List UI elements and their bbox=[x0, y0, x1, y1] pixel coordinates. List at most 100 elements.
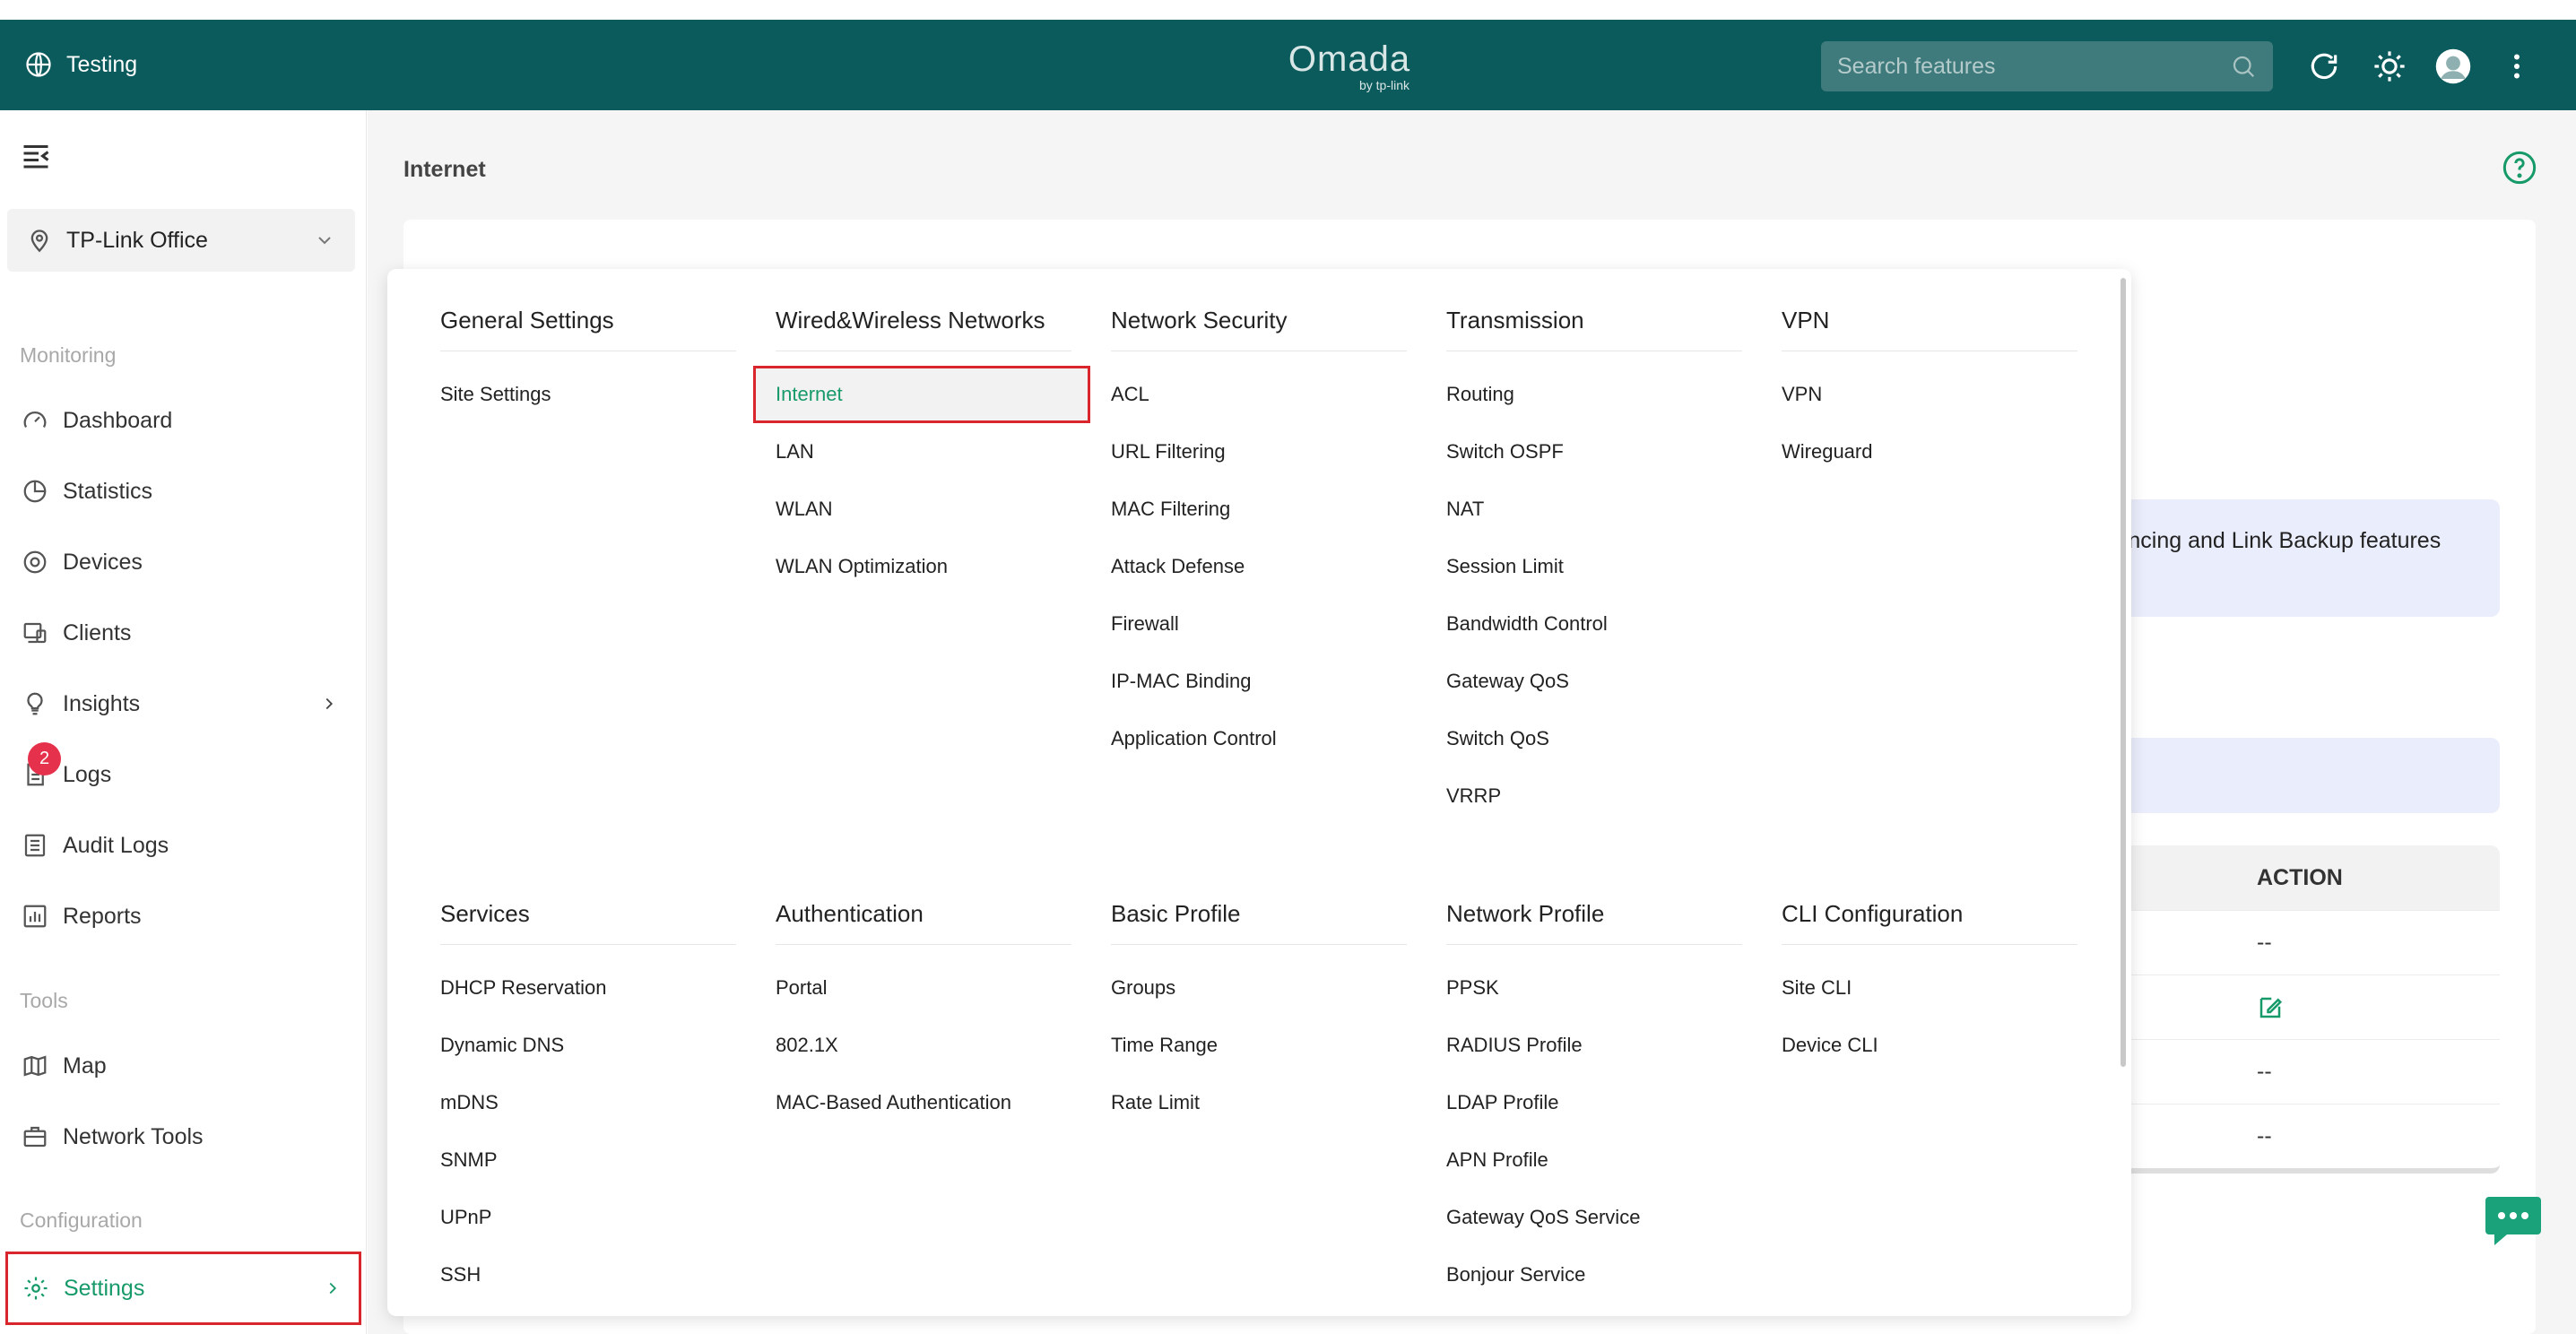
site-selector-label: TP-Link Office bbox=[66, 227, 208, 253]
sidebar-item-reports[interactable]: Reports bbox=[7, 887, 355, 946]
settings-mega-menu: General Settings Site Settings Wired&Wirel… bbox=[387, 269, 2131, 1316]
sidebar-item-label: Insights bbox=[63, 690, 141, 716]
sidebar-item-audit-logs[interactable]: Audit Logs bbox=[7, 816, 355, 875]
menu-item[interactable]: Time Range bbox=[1111, 1017, 1407, 1074]
menu-item[interactable]: Portal bbox=[776, 959, 1071, 1017]
menu-item[interactable]: Internet bbox=[753, 366, 1090, 423]
menu-item[interactable]: SSH bbox=[440, 1246, 736, 1304]
logs-count-badge: 2 bbox=[28, 742, 61, 775]
section-monitoring: Monitoring bbox=[20, 343, 117, 367]
sidebar-item-devices[interactable]: Devices bbox=[7, 533, 355, 592]
lightbulb-icon bbox=[27, 692, 43, 715]
menu-item[interactable]: Site CLI bbox=[1782, 959, 2077, 1017]
menu-item[interactable]: Device CLI bbox=[1782, 1017, 2077, 1074]
sidebar-item-label: Reports bbox=[63, 903, 142, 929]
menu-item[interactable]: LAN bbox=[776, 423, 1071, 481]
menu-item[interactable]: mDNS bbox=[440, 1074, 736, 1131]
sidebar-item-clients[interactable]: Clients bbox=[7, 603, 355, 663]
menu-item[interactable]: Firewall bbox=[1111, 595, 1407, 653]
help-icon[interactable] bbox=[2502, 150, 2537, 186]
menu-item[interactable]: MAC Filtering bbox=[1111, 481, 1407, 538]
menu-item[interactable]: WLAN bbox=[776, 481, 1071, 538]
menu-item[interactable]: WLAN Optimization bbox=[776, 538, 1071, 595]
menu-item[interactable]: Attack Defense bbox=[1111, 538, 1407, 595]
map-icon bbox=[23, 1055, 47, 1077]
menu-item[interactable]: 802.1X bbox=[776, 1017, 1071, 1074]
menu-column-header: VPN bbox=[1782, 307, 2077, 351]
info-banner: alancing and Link Backup features bbox=[2071, 499, 2500, 617]
sidebar-item-dashboard[interactable]: Dashboard bbox=[7, 391, 355, 450]
menu-item[interactable]: Application Control bbox=[1111, 710, 1407, 767]
omada-logo: Omada by tp-link bbox=[1282, 39, 1417, 97]
sidebar-item-settings[interactable]: Settings bbox=[5, 1252, 361, 1325]
top-strip bbox=[0, 0, 2576, 20]
table-row: -- bbox=[2071, 1039, 2500, 1104]
sidebar-item-statistics[interactable]: Statistics bbox=[7, 462, 355, 521]
sidebar-item-label: Network Tools bbox=[63, 1123, 204, 1149]
chat-bubble-icon[interactable] bbox=[2484, 1193, 2543, 1249]
menu-item[interactable]: Gateway QoS Service bbox=[1446, 1189, 1742, 1246]
edit-icon[interactable] bbox=[2257, 994, 2284, 1021]
menu-item[interactable]: Site Settings bbox=[440, 366, 736, 423]
sidebar-item-label: Map bbox=[63, 1052, 107, 1078]
table-row: -- bbox=[2071, 910, 2500, 975]
menu-item[interactable]: DHCP Reservation bbox=[440, 959, 736, 1017]
sidebar-item-label: Devices bbox=[63, 549, 143, 575]
menu-item[interactable]: NAT bbox=[1446, 481, 1742, 538]
menu-item[interactable]: Session Limit bbox=[1446, 538, 1742, 595]
menu-item[interactable]: VPN bbox=[1782, 366, 2077, 423]
refresh-icon[interactable] bbox=[2304, 47, 2344, 86]
menu-item[interactable]: Wireguard bbox=[1782, 423, 2077, 481]
sidebar-item-insights[interactable]: Insights bbox=[7, 674, 355, 733]
menu-item[interactable]: Rate Limit bbox=[1111, 1074, 1407, 1131]
search-box[interactable] bbox=[1821, 41, 2273, 91]
menu-item[interactable]: UPnP bbox=[440, 1189, 736, 1246]
table-header-action: ACTION bbox=[2071, 845, 2500, 910]
menu-item[interactable]: IP-MAC Binding bbox=[1111, 653, 1407, 710]
menu-column: Services DHCP Reservation Dynamic DNS mDNS S… bbox=[440, 900, 736, 1316]
menu-item[interactable]: LDAP Profile bbox=[1446, 1074, 1742, 1131]
sidebar-item-label: Statistics bbox=[63, 478, 153, 504]
more-vertical-icon[interactable] bbox=[2497, 47, 2537, 86]
menu-item[interactable]: Switch QoS bbox=[1446, 710, 1742, 767]
menu-item[interactable]: URL Filtering bbox=[1111, 423, 1407, 481]
menu-item[interactable]: APN Profile bbox=[1446, 1131, 1742, 1189]
sidebar-item-network-tools[interactable]: Network Tools bbox=[7, 1107, 355, 1166]
theme-sun-icon[interactable] bbox=[2370, 47, 2409, 86]
menu-item[interactable]: ACL bbox=[1111, 366, 1407, 423]
menu-item[interactable]: MAC-Based Authentication bbox=[776, 1074, 1071, 1131]
menu-column-header: Services bbox=[440, 900, 736, 945]
menu-column: CLI Configuration Site CLI Device CLI bbox=[1782, 900, 2077, 1074]
sidebar-item-map[interactable]: Map bbox=[7, 1036, 355, 1096]
menu-item[interactable]: Gateway QoS bbox=[1446, 653, 1742, 710]
menu-column-header: CLI Configuration bbox=[1782, 900, 2077, 945]
menu-item[interactable]: PPSK bbox=[1446, 959, 1742, 1017]
site-switcher[interactable]: Testing bbox=[25, 48, 137, 81]
menu-item[interactable]: Switch OSPF bbox=[1446, 423, 1742, 481]
site-selector[interactable]: TP-Link Office bbox=[7, 209, 355, 272]
collapse-menu-icon[interactable] bbox=[20, 140, 52, 172]
menu-item[interactable]: Routing bbox=[1446, 366, 1742, 423]
avatar[interactable] bbox=[2433, 47, 2473, 86]
menu-scrollbar[interactable] bbox=[2121, 278, 2126, 1067]
sidebar-item-label: Dashboard bbox=[63, 407, 173, 433]
menu-item[interactable]: Reboot Schedule bbox=[440, 1304, 736, 1316]
logo-text: Omada bbox=[1288, 39, 1411, 79]
top-bar: Testing Omada by tp-link bbox=[0, 20, 2576, 110]
menu-item[interactable]: Dynamic DNS bbox=[440, 1017, 736, 1074]
menu-column-header: Wired&Wireless Networks bbox=[776, 307, 1071, 351]
chevron-right-icon bbox=[325, 697, 334, 710]
menu-item[interactable]: VRRP bbox=[1446, 767, 1742, 825]
menu-item[interactable]: SNMP bbox=[440, 1131, 736, 1189]
search-input[interactable] bbox=[1837, 53, 2230, 80]
sidebar-item-label: Clients bbox=[63, 619, 132, 645]
menu-item[interactable]: Bonjour Service bbox=[1446, 1246, 1742, 1304]
search-icon bbox=[2233, 56, 2255, 78]
menu-column-header: Basic Profile bbox=[1111, 900, 1407, 945]
table-row: -- bbox=[2071, 1104, 2500, 1168]
menu-column: Transmission Routing Switch OSPF NAT Session… bbox=[1446, 307, 1742, 825]
menu-item[interactable]: Bandwidth Control bbox=[1446, 595, 1742, 653]
menu-item[interactable]: Groups bbox=[1111, 959, 1407, 1017]
menu-column: Wired&Wireless Networks Internet LAN WLAN WL… bbox=[753, 307, 1090, 595]
menu-item[interactable]: RADIUS Profile bbox=[1446, 1017, 1742, 1074]
